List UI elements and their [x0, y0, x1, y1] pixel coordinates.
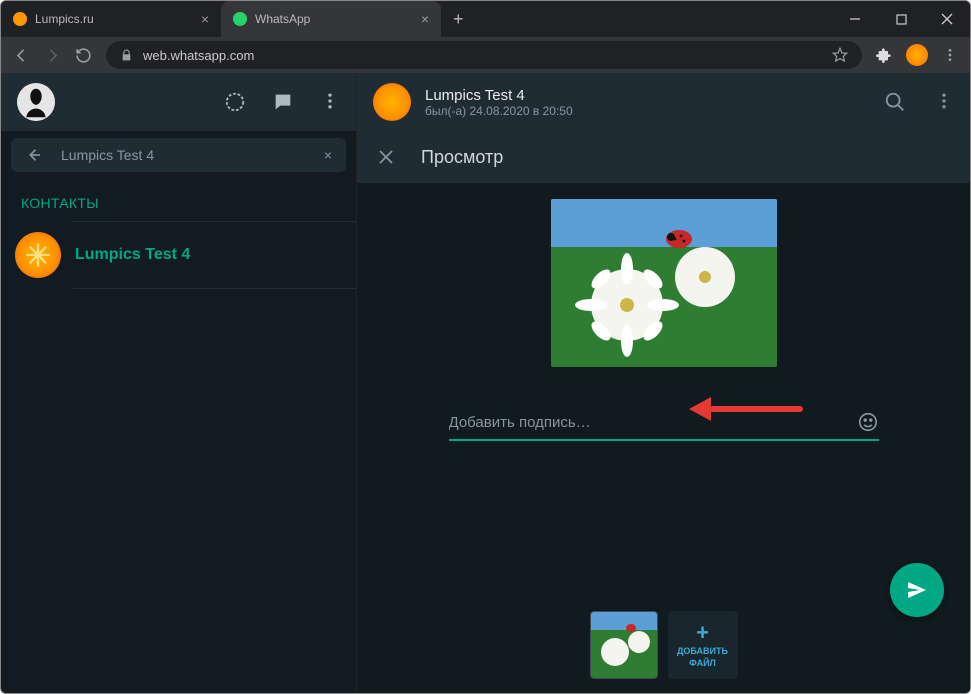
search-text: Lumpics Test 4: [61, 147, 154, 163]
toolbar: web.whatsapp.com: [1, 37, 970, 73]
contact-avatar: [15, 232, 61, 278]
contact-item[interactable]: Lumpics Test 4: [1, 222, 356, 288]
back-arrow-icon[interactable]: [25, 146, 43, 164]
favicon-lumpics: [13, 12, 27, 26]
close-preview-icon[interactable]: [377, 148, 395, 166]
profile-avatar-icon[interactable]: [906, 44, 928, 66]
reload-button[interactable]: [75, 47, 92, 64]
maximize-button[interactable]: [878, 1, 924, 37]
sidebar: Lumpics Test 4 × КОНТАКТЫ Lumpics Test 4: [1, 73, 357, 693]
section-contacts-label: КОНТАКТЫ: [1, 179, 356, 221]
lock-icon: [120, 48, 133, 63]
tab-title: Lumpics.ru: [35, 12, 94, 26]
annotation-arrow: [689, 397, 803, 421]
plus-icon: +: [696, 622, 709, 644]
add-file-label: ФАЙЛ: [689, 658, 716, 668]
attachment-thumbnails: + ДОБАВИТЬ ФАЙЛ: [590, 611, 738, 679]
preview-area: + ДОБАВИТЬ ФАЙЛ: [357, 183, 970, 693]
add-file-button[interactable]: + ДОБАВИТЬ ФАЙЛ: [668, 611, 738, 679]
star-icon[interactable]: [832, 47, 848, 63]
extensions-icon[interactable]: [876, 47, 892, 63]
new-tab-button[interactable]: +: [441, 1, 476, 37]
window-controls: [832, 1, 970, 37]
chat-header-info[interactable]: Lumpics Test 4 был(-а) 24.08.2020 в 20:5…: [425, 87, 573, 118]
add-file-label: ДОБАВИТЬ: [677, 646, 728, 656]
url-text: web.whatsapp.com: [143, 48, 254, 63]
caption-row: [449, 405, 879, 441]
close-tab-icon[interactable]: ×: [201, 11, 209, 27]
new-chat-icon[interactable]: [272, 91, 294, 113]
tab-strip: Lumpics.ru × WhatsApp × +: [1, 1, 970, 37]
chat-name: Lumpics Test 4: [425, 87, 573, 104]
search-box[interactable]: Lumpics Test 4 ×: [11, 138, 346, 172]
tab-lumpics[interactable]: Lumpics.ru ×: [1, 1, 221, 37]
emoji-icon[interactable]: [857, 411, 879, 433]
menu-icon[interactable]: [934, 91, 954, 113]
favicon-whatsapp: [233, 12, 247, 26]
preview-header: Просмотр: [357, 131, 970, 183]
send-button[interactable]: [890, 563, 944, 617]
tab-title: WhatsApp: [255, 12, 310, 26]
preview-title: Просмотр: [421, 147, 503, 168]
own-avatar[interactable]: [17, 83, 55, 121]
image-preview[interactable]: [551, 199, 777, 367]
divider: [73, 288, 356, 289]
tab-whatsapp[interactable]: WhatsApp ×: [221, 1, 441, 37]
sidebar-header: [1, 73, 356, 131]
status-icon[interactable]: [224, 91, 246, 113]
close-window-button[interactable]: [924, 1, 970, 37]
contact-name: Lumpics Test 4: [75, 246, 190, 264]
chat-header: Lumpics Test 4 был(-а) 24.08.2020 в 20:5…: [357, 73, 970, 131]
chat-pane: Lumpics Test 4 был(-а) 24.08.2020 в 20:5…: [357, 73, 970, 693]
whatsapp-app: Lumpics Test 4 × КОНТАКТЫ Lumpics Test 4…: [1, 73, 970, 693]
forward-button[interactable]: [44, 47, 61, 64]
clear-search-icon[interactable]: ×: [324, 147, 332, 163]
browser-window: Lumpics.ru × WhatsApp × + web.whatsapp.c…: [0, 0, 971, 694]
minimize-button[interactable]: [832, 1, 878, 37]
search-icon[interactable]: [884, 91, 906, 113]
menu-icon[interactable]: [320, 91, 340, 113]
address-bar[interactable]: web.whatsapp.com: [106, 41, 862, 69]
thumbnail[interactable]: [590, 611, 658, 679]
back-button[interactable]: [13, 47, 30, 64]
chat-avatar[interactable]: [373, 83, 411, 121]
search-row: Lumpics Test 4 ×: [1, 131, 356, 179]
menu-icon[interactable]: [942, 47, 958, 63]
close-tab-icon[interactable]: ×: [421, 11, 429, 27]
last-seen: был(-а) 24.08.2020 в 20:50: [425, 104, 573, 118]
